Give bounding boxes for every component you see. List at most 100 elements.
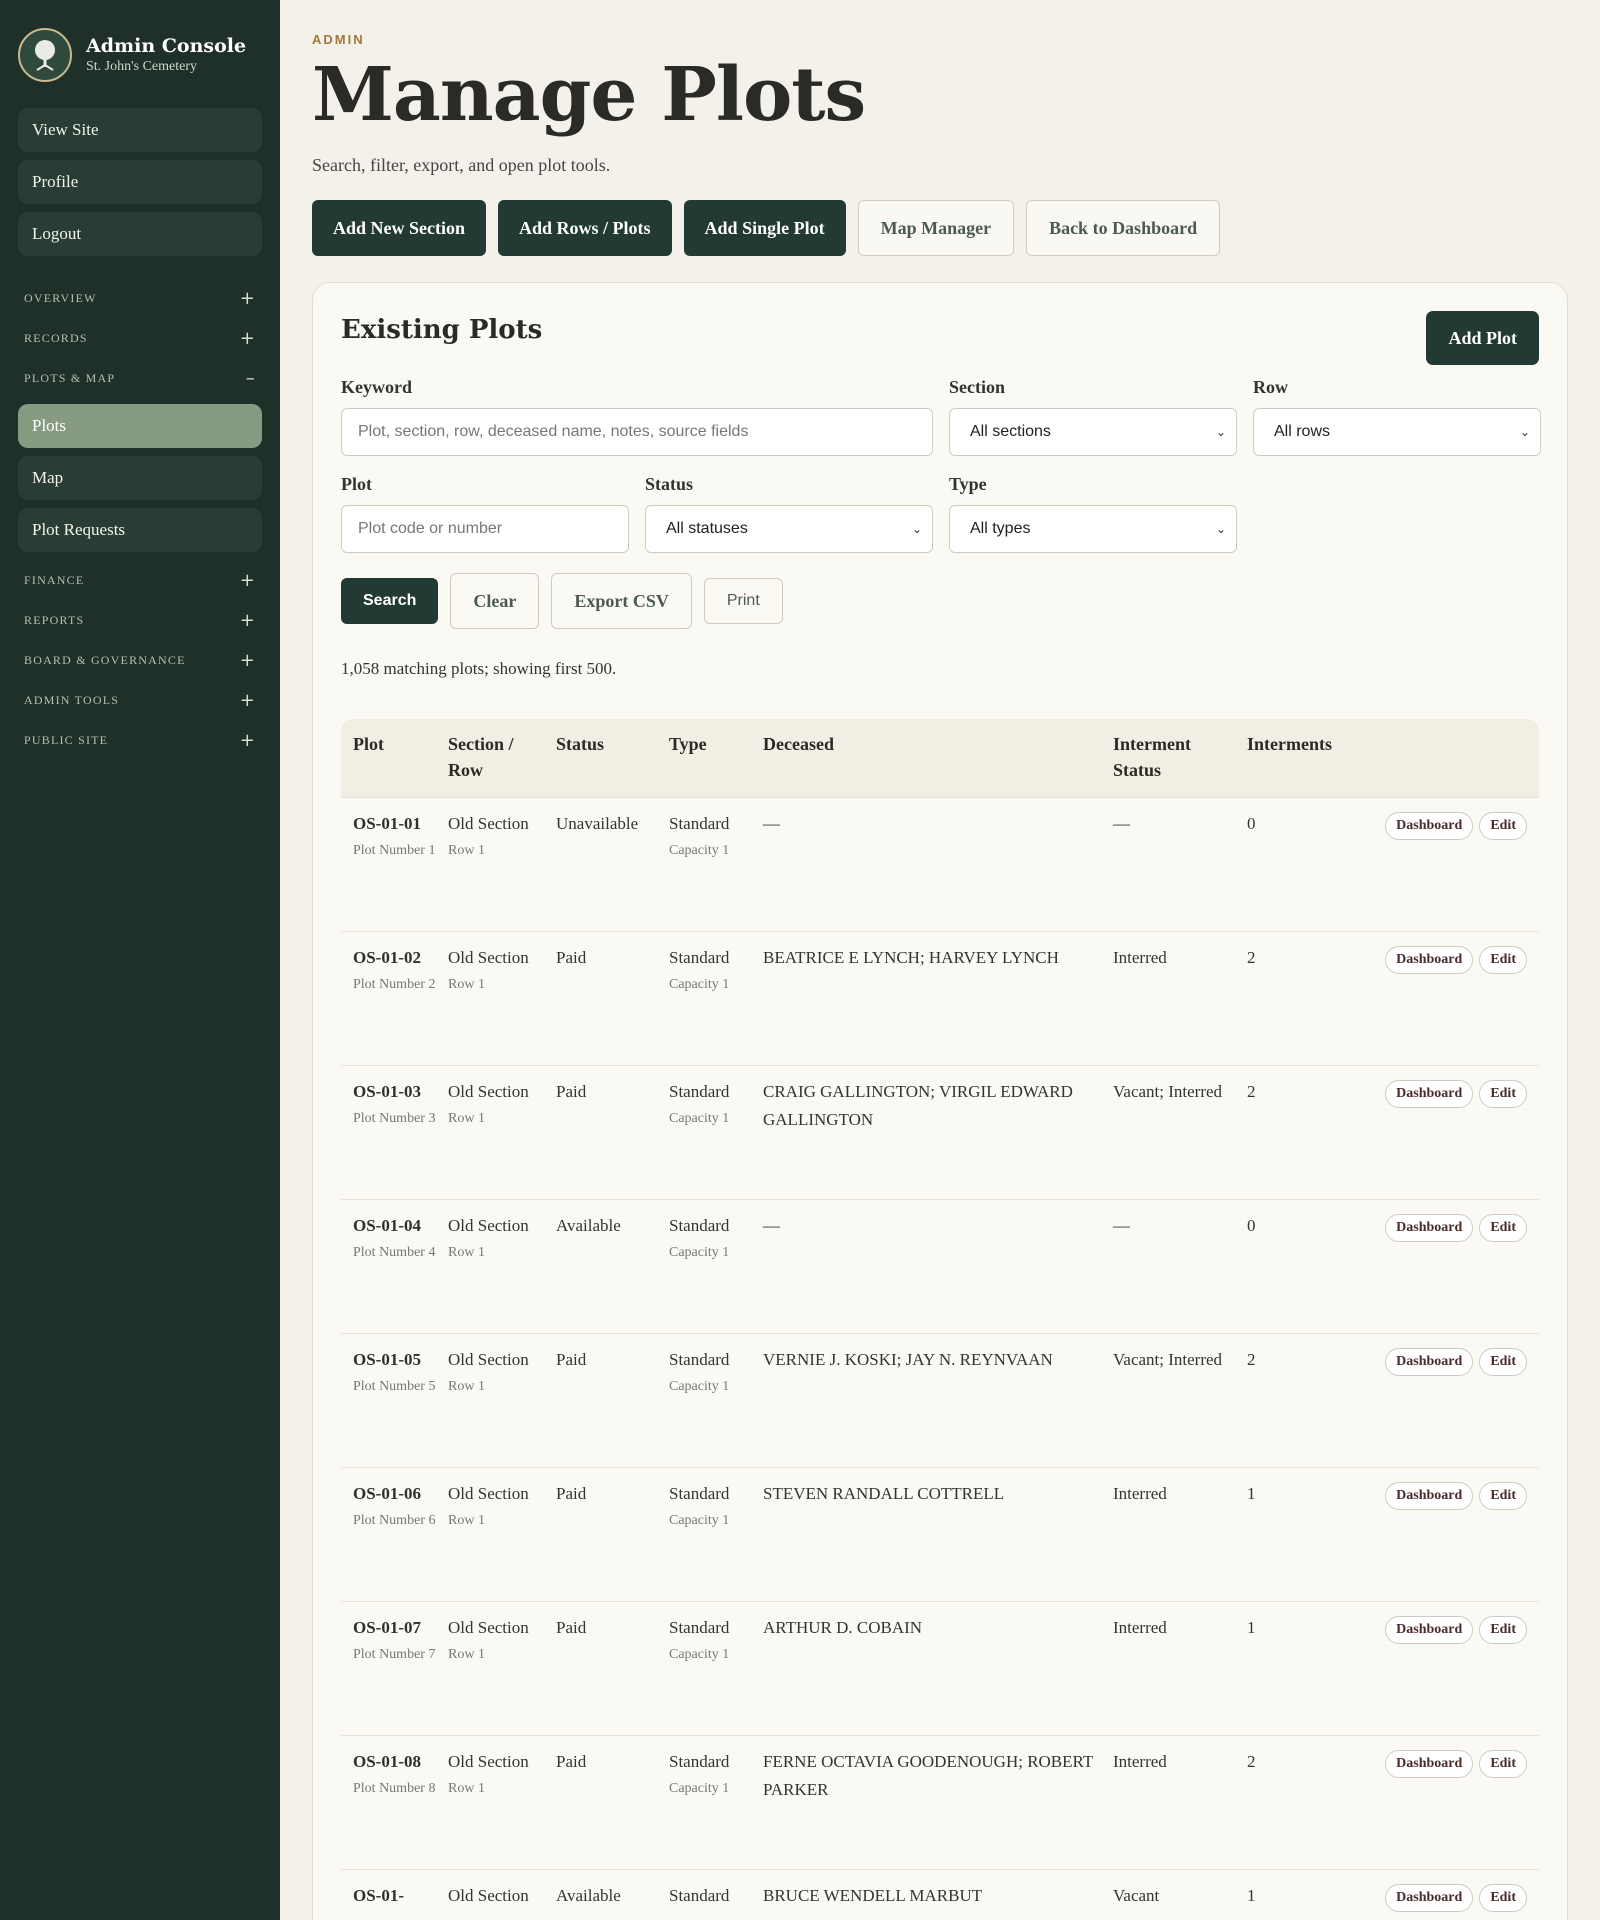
map-manager-button[interactable]: Map Manager <box>857 200 1015 256</box>
row-name: Row 1 <box>448 1513 485 1528</box>
clear-button[interactable]: Clear <box>450 573 540 629</box>
plot-input[interactable]: Plot code or number <box>341 505 629 553</box>
nav-group-reports[interactable]: REPORTS + <box>18 600 262 640</box>
type-label: Type <box>949 474 987 494</box>
cell-actions: Dashboard Edit <box>1335 1882 1539 1920</box>
dashboard-button[interactable]: Dashboard <box>1385 1348 1474 1376</box>
nav-plot-requests[interactable]: Plot Requests <box>18 508 262 552</box>
row-select-value: All rows <box>1274 423 1331 440</box>
search-button[interactable]: Search <box>341 578 439 624</box>
cell-deceased: ARTHUR D. COBAIN <box>763 1618 923 1637</box>
back-to-dashboard-button[interactable]: Back to Dashboard <box>1026 200 1221 256</box>
plot-code[interactable]: OS-01-06 <box>353 1480 436 1508</box>
edit-button[interactable]: Edit <box>1479 1750 1527 1778</box>
dashboard-button[interactable]: Dashboard <box>1385 946 1474 974</box>
dashboard-button[interactable]: Dashboard <box>1385 1884 1474 1912</box>
nav-group-overview[interactable]: OVERVIEW + <box>18 278 262 318</box>
plot-code[interactable]: OS-01- <box>353 1882 436 1910</box>
section-select[interactable]: All sections ⌄ <box>949 408 1237 456</box>
edit-button[interactable]: Edit <box>1479 1616 1527 1644</box>
cell-interment-status: — <box>1113 814 1130 833</box>
row-label: Row <box>1253 377 1288 397</box>
cell-status: Paid <box>556 1618 587 1637</box>
status-select[interactable]: All statuses ⌄ <box>645 505 933 553</box>
edit-button[interactable]: Edit <box>1479 812 1527 840</box>
dashboard-button[interactable]: Dashboard <box>1385 1616 1474 1644</box>
plot-code[interactable]: OS-01-01 <box>353 810 436 838</box>
print-button[interactable]: Print <box>703 578 783 624</box>
edit-button[interactable]: Edit <box>1479 1080 1527 1108</box>
plot-number: Plot Number 3 <box>353 1111 436 1126</box>
edit-button[interactable]: Edit <box>1479 1884 1527 1912</box>
col-interment-status[interactable]: Interment Status <box>1101 731 1235 797</box>
nav-group-label: REPORTS <box>24 612 85 627</box>
type-select[interactable]: All types ⌄ <box>949 505 1237 553</box>
col-section-row[interactable]: Section / Row <box>436 731 544 797</box>
dashboard-button[interactable]: Dashboard <box>1385 1750 1474 1778</box>
plot-code[interactable]: OS-01-08 <box>353 1748 436 1776</box>
edit-button[interactable]: Edit <box>1479 1214 1527 1242</box>
nav-view-site[interactable]: View Site <box>18 108 262 152</box>
export-csv-button[interactable]: Export CSV <box>551 573 692 629</box>
cell-deceased: STEVEN RANDALL COTTRELL <box>763 1484 1005 1503</box>
nav-group-board[interactable]: BOARD & GOVERNANCE + <box>18 640 262 680</box>
nav-group-records[interactable]: RECORDS + <box>18 318 262 358</box>
col-plot[interactable]: Plot <box>341 731 436 797</box>
nav-plots[interactable]: Plots <box>18 404 262 448</box>
type-name: Standard <box>669 1350 730 1369</box>
plot-label: Plot <box>341 474 372 494</box>
plot-code[interactable]: OS-01-05 <box>353 1346 436 1374</box>
col-status[interactable]: Status <box>544 731 657 797</box>
cell-interment-status: Interred <box>1113 1484 1167 1503</box>
filter-row-1: Keyword Plot, section, row, deceased nam… <box>341 377 1541 456</box>
plot-code[interactable]: OS-01-03 <box>353 1078 436 1106</box>
add-single-plot-button[interactable]: Add Single Plot <box>683 200 846 256</box>
edit-button[interactable]: Edit <box>1479 1348 1527 1376</box>
plot-code[interactable]: OS-01-07 <box>353 1614 436 1642</box>
table-row: OS-01-04 Plot Number 4 Old Section Row 1 Ava… <box>341 1199 1539 1333</box>
cell-type: Standard Capacity 1 <box>657 944 751 1065</box>
nav-logout[interactable]: Logout <box>18 212 262 256</box>
plots-table: Plot Section / Row Status Type Deceased … <box>341 719 1539 1920</box>
col-deceased[interactable]: Deceased <box>751 731 1101 797</box>
section-name: Old Section <box>448 948 529 967</box>
filter-tools: Search Clear Export CSV Print <box>341 573 1539 629</box>
expand-icon: + <box>239 689 256 711</box>
cell-interments: 1 <box>1247 1886 1256 1905</box>
keyword-input[interactable]: Plot, section, row, deceased name, notes… <box>341 408 933 456</box>
edit-button[interactable]: Edit <box>1479 946 1527 974</box>
add-new-section-button[interactable]: Add New Section <box>312 200 487 256</box>
row-select[interactable]: All rows ⌄ <box>1253 408 1541 456</box>
nav-group-plots-map[interactable]: PLOTS & MAP – <box>18 358 262 398</box>
cell-status: Unavailable <box>556 814 639 833</box>
plot-number: Plot Number 7 <box>353 1647 436 1662</box>
nav-profile[interactable]: Profile <box>18 160 262 204</box>
nav-group-finance[interactable]: FINANCE + <box>18 560 262 600</box>
nav-map[interactable]: Map <box>18 456 262 500</box>
cell-interments: 1 <box>1247 1484 1256 1503</box>
cell-interment-status: Interred <box>1113 1618 1167 1637</box>
col-type[interactable]: Type <box>657 731 751 797</box>
nav-group-admin-tools[interactable]: ADMIN TOOLS + <box>18 680 262 720</box>
edit-button[interactable]: Edit <box>1479 1482 1527 1510</box>
nav-group-label: RECORDS <box>24 330 88 345</box>
cell-interments: 1 <box>1247 1618 1256 1637</box>
nav-group-public-site[interactable]: PUBLIC SITE + <box>18 720 262 760</box>
capacity: Capacity 1 <box>669 1647 730 1662</box>
tree-logo-icon <box>18 28 72 82</box>
plot-code[interactable]: OS-01-04 <box>353 1212 436 1240</box>
cell-status: Paid <box>556 1752 587 1771</box>
add-plot-button[interactable]: Add Plot <box>1426 311 1539 365</box>
status-select-value: All statuses <box>666 520 748 537</box>
plot-number: Plot Number 2 <box>353 977 436 992</box>
dashboard-button[interactable]: Dashboard <box>1385 1214 1474 1242</box>
cell-type: Standard Capacity 1 <box>657 1748 751 1869</box>
type-name: Standard <box>669 1618 730 1637</box>
col-interments[interactable]: Interments <box>1235 731 1335 797</box>
dashboard-button[interactable]: Dashboard <box>1385 1482 1474 1510</box>
dashboard-button[interactable]: Dashboard <box>1385 1080 1474 1108</box>
result-count: 1,058 matching plots; showing first 500. <box>341 659 617 678</box>
plot-code[interactable]: OS-01-02 <box>353 944 436 972</box>
dashboard-button[interactable]: Dashboard <box>1385 812 1474 840</box>
add-rows-plots-button[interactable]: Add Rows / Plots <box>498 200 672 256</box>
